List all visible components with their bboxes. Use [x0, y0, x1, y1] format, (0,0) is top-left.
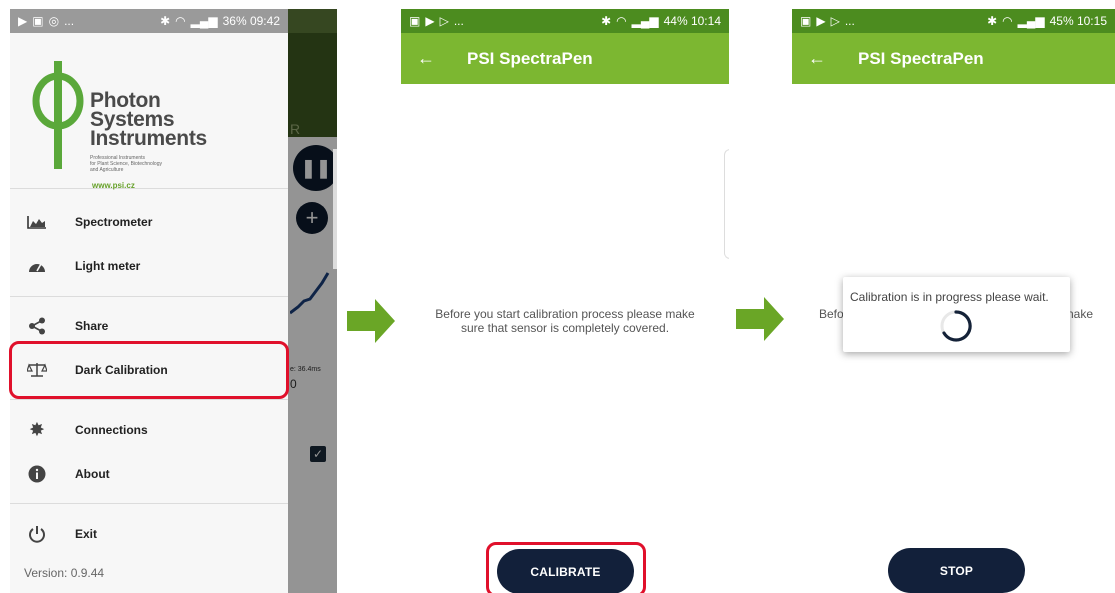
app-title: PSI SpectraPen [467, 48, 593, 68]
psi-logo: Photon Systems Instruments Professional … [10, 33, 288, 190]
menu-divider [10, 296, 288, 297]
tutorial-stage: R ❚❚ + e: 36.4ms 0 ✓ ▶ ▣ ◎ ... ✱ ◠ ▂▄▆ 3… [0, 0, 1115, 593]
gauge-icon [24, 256, 50, 276]
bluetooth-icon: ✱ [987, 14, 998, 28]
bluetooth-icon: ✱ [160, 14, 171, 28]
menu-divider [10, 399, 288, 400]
gear-icon: ✸ [29, 419, 45, 441]
menu-item-label: Light meter [75, 259, 141, 273]
calibrate-screen: ▣ ▶ ▷ ... ✱ ◠ ▂▄▆ 44% 10:14 ← PSI Spectr… [401, 9, 729, 593]
brand-tagline: Professional Instruments for Plant Scien… [90, 155, 162, 173]
back-arrow-icon[interactable]: ← [808, 48, 844, 69]
menu-item-label: About [75, 467, 110, 481]
calibration-progress-screen: ▣ ▶ ▷ ... ✱ ◠ ▂▄▆ 45% 10:15 ← PSI Spectr… [792, 9, 1115, 593]
instruction-fragment-right: nake [1067, 307, 1094, 321]
navigation-drawer: ▶ ▣ ◎ ... ✱ ◠ ▂▄▆ 36% 09:42 Photon Syste… [10, 9, 288, 593]
menu-item-spectrometer[interactable]: Spectrometer [10, 200, 288, 244]
progress-message: Calibration is in progress please wait. [850, 290, 1049, 304]
share-icon [24, 316, 50, 336]
bluetooth-icon: ✱ [601, 14, 612, 28]
edge-handle [333, 149, 337, 269]
signal-icon: ▂▄▆ [631, 14, 659, 28]
progress-dialog: Calibration is in progress please wait. [843, 277, 1070, 352]
play-notification-icon: ▷ [439, 14, 449, 28]
menu-item-label: Spectrometer [75, 215, 153, 229]
status-bar: ▣ ▶ ▷ ... ✱ ◠ ▂▄▆ 44% 10:14 [401, 9, 729, 33]
power-icon [24, 524, 50, 544]
brand-name: Photon Systems Instruments [90, 89, 207, 150]
status-battery-time: 45% 10:15 [1049, 14, 1107, 28]
status-battery-time: 44% 10:14 [663, 14, 721, 28]
play-notification-icon: ▶ [816, 14, 826, 28]
arrow-right-icon [347, 299, 395, 343]
image-notification-icon: ▣ [409, 14, 421, 28]
signal-icon: ▂▄▆ [1017, 14, 1045, 28]
stop-button[interactable]: STOP [888, 548, 1025, 593]
highlight-dark-calibration [9, 341, 289, 399]
status-bar: ▶ ▣ ◎ ... ✱ ◠ ▂▄▆ 36% 09:42 [10, 9, 288, 33]
play-notification-icon: ▶ [18, 14, 28, 28]
menu-item-label: Share [75, 319, 109, 333]
app-title: PSI SpectraPen [858, 48, 984, 68]
chart-area-icon [24, 212, 50, 232]
phi-logo-icon [32, 61, 84, 169]
wifi-icon: ◠ [1002, 14, 1013, 28]
image-notification-icon: ▣ [800, 14, 812, 28]
clock-notification-icon: ◎ [48, 14, 60, 28]
website-link[interactable]: www.psi.cz [92, 181, 135, 190]
status-battery-time: 36% 09:42 [222, 14, 280, 28]
menu-item-light-meter[interactable]: Light meter [10, 244, 288, 288]
menu-item-label: Exit [75, 527, 98, 541]
menu-item-connections[interactable]: ✸ Connections [10, 408, 288, 452]
app-bar: ← PSI SpectraPen [401, 33, 729, 84]
calibration-instruction: Before you start calibration process ple… [435, 307, 695, 335]
edge-card [724, 149, 729, 259]
info-icon [24, 464, 50, 484]
wifi-icon: ◠ [616, 14, 627, 28]
menu-divider [10, 503, 288, 504]
loading-spinner-icon [940, 310, 972, 342]
menu-item-label: Connections [75, 423, 148, 437]
drawer-screen: R ❚❚ + e: 36.4ms 0 ✓ ▶ ▣ ◎ ... ✱ ◠ ▂▄▆ 3… [10, 9, 337, 593]
highlight-calibrate-button [486, 542, 646, 593]
signal-icon: ▂▄▆ [190, 14, 218, 28]
arrow-right-icon [736, 297, 784, 341]
menu-item-exit[interactable]: Exit [10, 512, 288, 556]
menu-item-about[interactable]: About [10, 452, 288, 496]
version-label: Version: 0.9.44 [24, 566, 105, 580]
wifi-icon: ◠ [175, 14, 186, 28]
play-notification-icon: ▷ [830, 14, 840, 28]
image-notification-icon: ▣ [32, 14, 44, 28]
play-notification-icon: ▶ [425, 14, 435, 28]
status-bar: ▣ ▶ ▷ ... ✱ ◠ ▂▄▆ 45% 10:15 [792, 9, 1115, 33]
instruction-fragment-left: Befo [819, 307, 844, 321]
back-arrow-icon[interactable]: ← [417, 48, 453, 69]
app-bar: ← PSI SpectraPen [792, 33, 1115, 84]
